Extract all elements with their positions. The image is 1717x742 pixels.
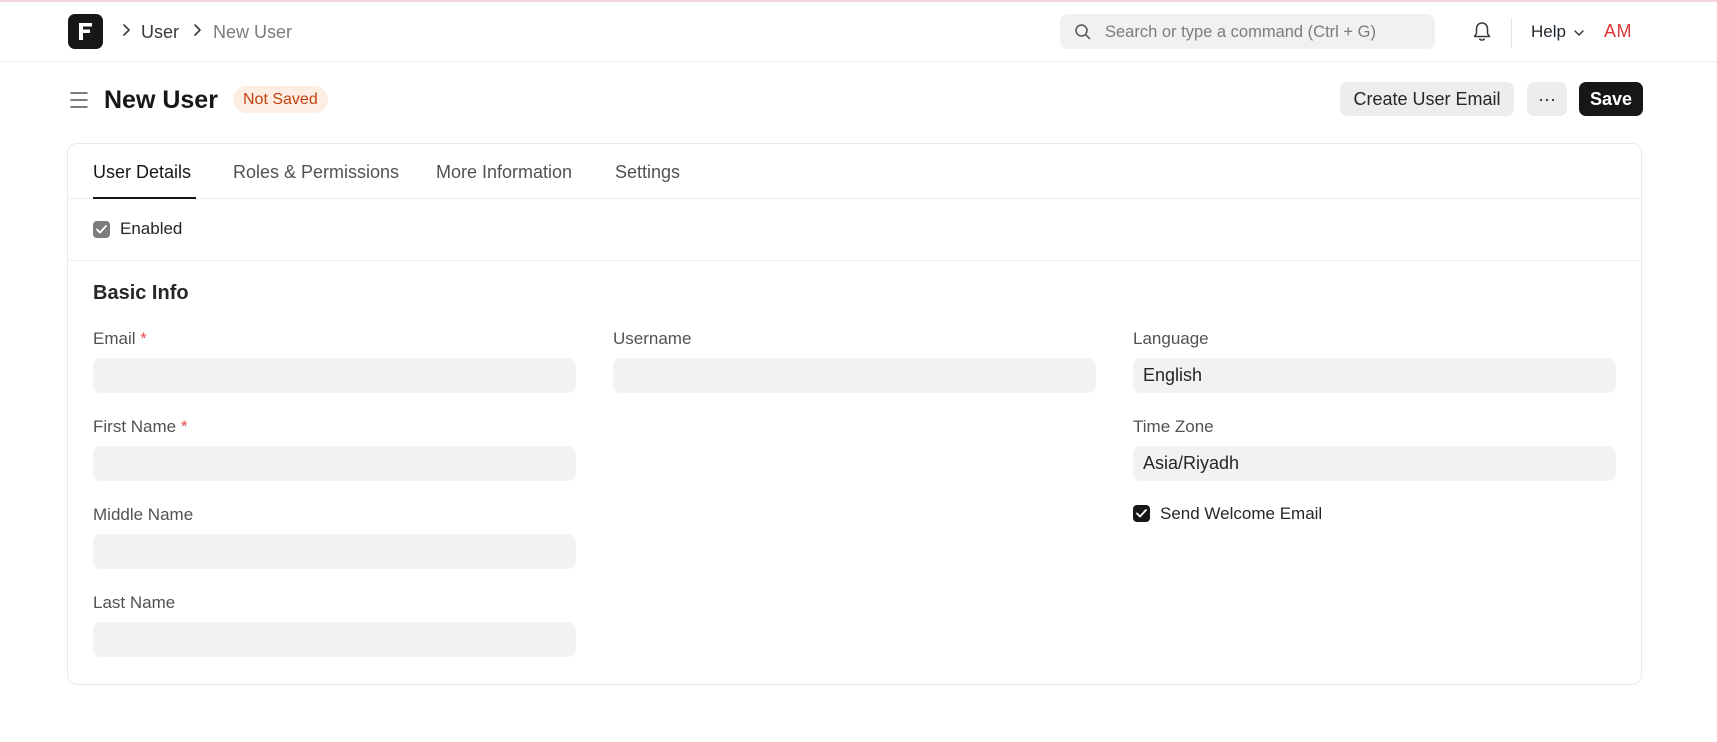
- avatar[interactable]: AM: [1604, 20, 1632, 42]
- create-user-email-button[interactable]: Create User Email: [1340, 82, 1514, 116]
- tab-more-information[interactable]: More Information: [436, 161, 572, 183]
- form-card: User Details Roles & Permissions More In…: [67, 143, 1642, 685]
- send-welcome-email-checkbox[interactable]: [1133, 505, 1150, 522]
- breadcrumb-user[interactable]: User: [141, 21, 179, 43]
- navbar: User New User Search or type a command (…: [0, 2, 1717, 62]
- checkmark-icon: [96, 225, 107, 234]
- required-star: *: [180, 417, 188, 436]
- email-field[interactable]: [93, 358, 576, 393]
- language-field[interactable]: English: [1133, 358, 1616, 393]
- first-name-field[interactable]: [93, 446, 576, 481]
- username-field[interactable]: [613, 358, 1096, 393]
- last-name-field[interactable]: [93, 622, 576, 657]
- chevron-right-icon: [123, 24, 130, 36]
- tab-user-details[interactable]: User Details: [93, 161, 191, 183]
- frappe-logo-icon[interactable]: [68, 14, 103, 49]
- tab-roles-permissions[interactable]: Roles & Permissions: [233, 161, 399, 183]
- hamburger-menu-icon[interactable]: [69, 90, 89, 110]
- help-dropdown[interactable]: Help: [1531, 22, 1566, 42]
- time-zone-field[interactable]: Asia/Riyadh: [1133, 446, 1616, 481]
- middle-name-label: Middle Name: [93, 505, 194, 524]
- breadcrumb-new-user[interactable]: New User: [213, 21, 292, 43]
- chevron-right-icon: [194, 24, 201, 36]
- page-title: New User: [104, 86, 218, 114]
- form-tabs: User Details Roles & Permissions More In…: [68, 144, 1641, 199]
- checkmark-icon: [1136, 509, 1147, 518]
- send-welcome-email-label: Send Welcome Email: [1160, 504, 1323, 523]
- first-name-label: First Name *: [93, 417, 188, 436]
- search-placeholder: Search or type a command (Ctrl + G): [1105, 23, 1376, 41]
- navbar-divider: [1511, 18, 1512, 48]
- more-actions-button[interactable]: ···: [1527, 82, 1567, 116]
- required-star: *: [140, 329, 147, 348]
- last-name-label: Last Name: [93, 593, 176, 612]
- time-zone-label: Time Zone: [1133, 417, 1214, 436]
- search-input[interactable]: Search or type a command (Ctrl + G): [1060, 14, 1435, 49]
- middle-name-field[interactable]: [93, 534, 576, 569]
- bell-icon[interactable]: [1472, 21, 1492, 43]
- email-label: Email *: [93, 329, 147, 348]
- enabled-section: Enabled: [68, 199, 1641, 261]
- chevron-down-icon[interactable]: [1573, 29, 1585, 37]
- search-icon: [1075, 24, 1091, 40]
- enabled-checkbox[interactable]: [93, 221, 110, 238]
- username-label: Username: [613, 329, 692, 348]
- tab-settings[interactable]: Settings: [615, 161, 680, 183]
- status-badge: Not Saved: [233, 86, 328, 113]
- language-label: Language: [1133, 329, 1209, 348]
- save-button[interactable]: Save: [1579, 82, 1643, 116]
- basic-info-title: Basic Info: [93, 282, 189, 304]
- enabled-label: Enabled: [120, 219, 183, 238]
